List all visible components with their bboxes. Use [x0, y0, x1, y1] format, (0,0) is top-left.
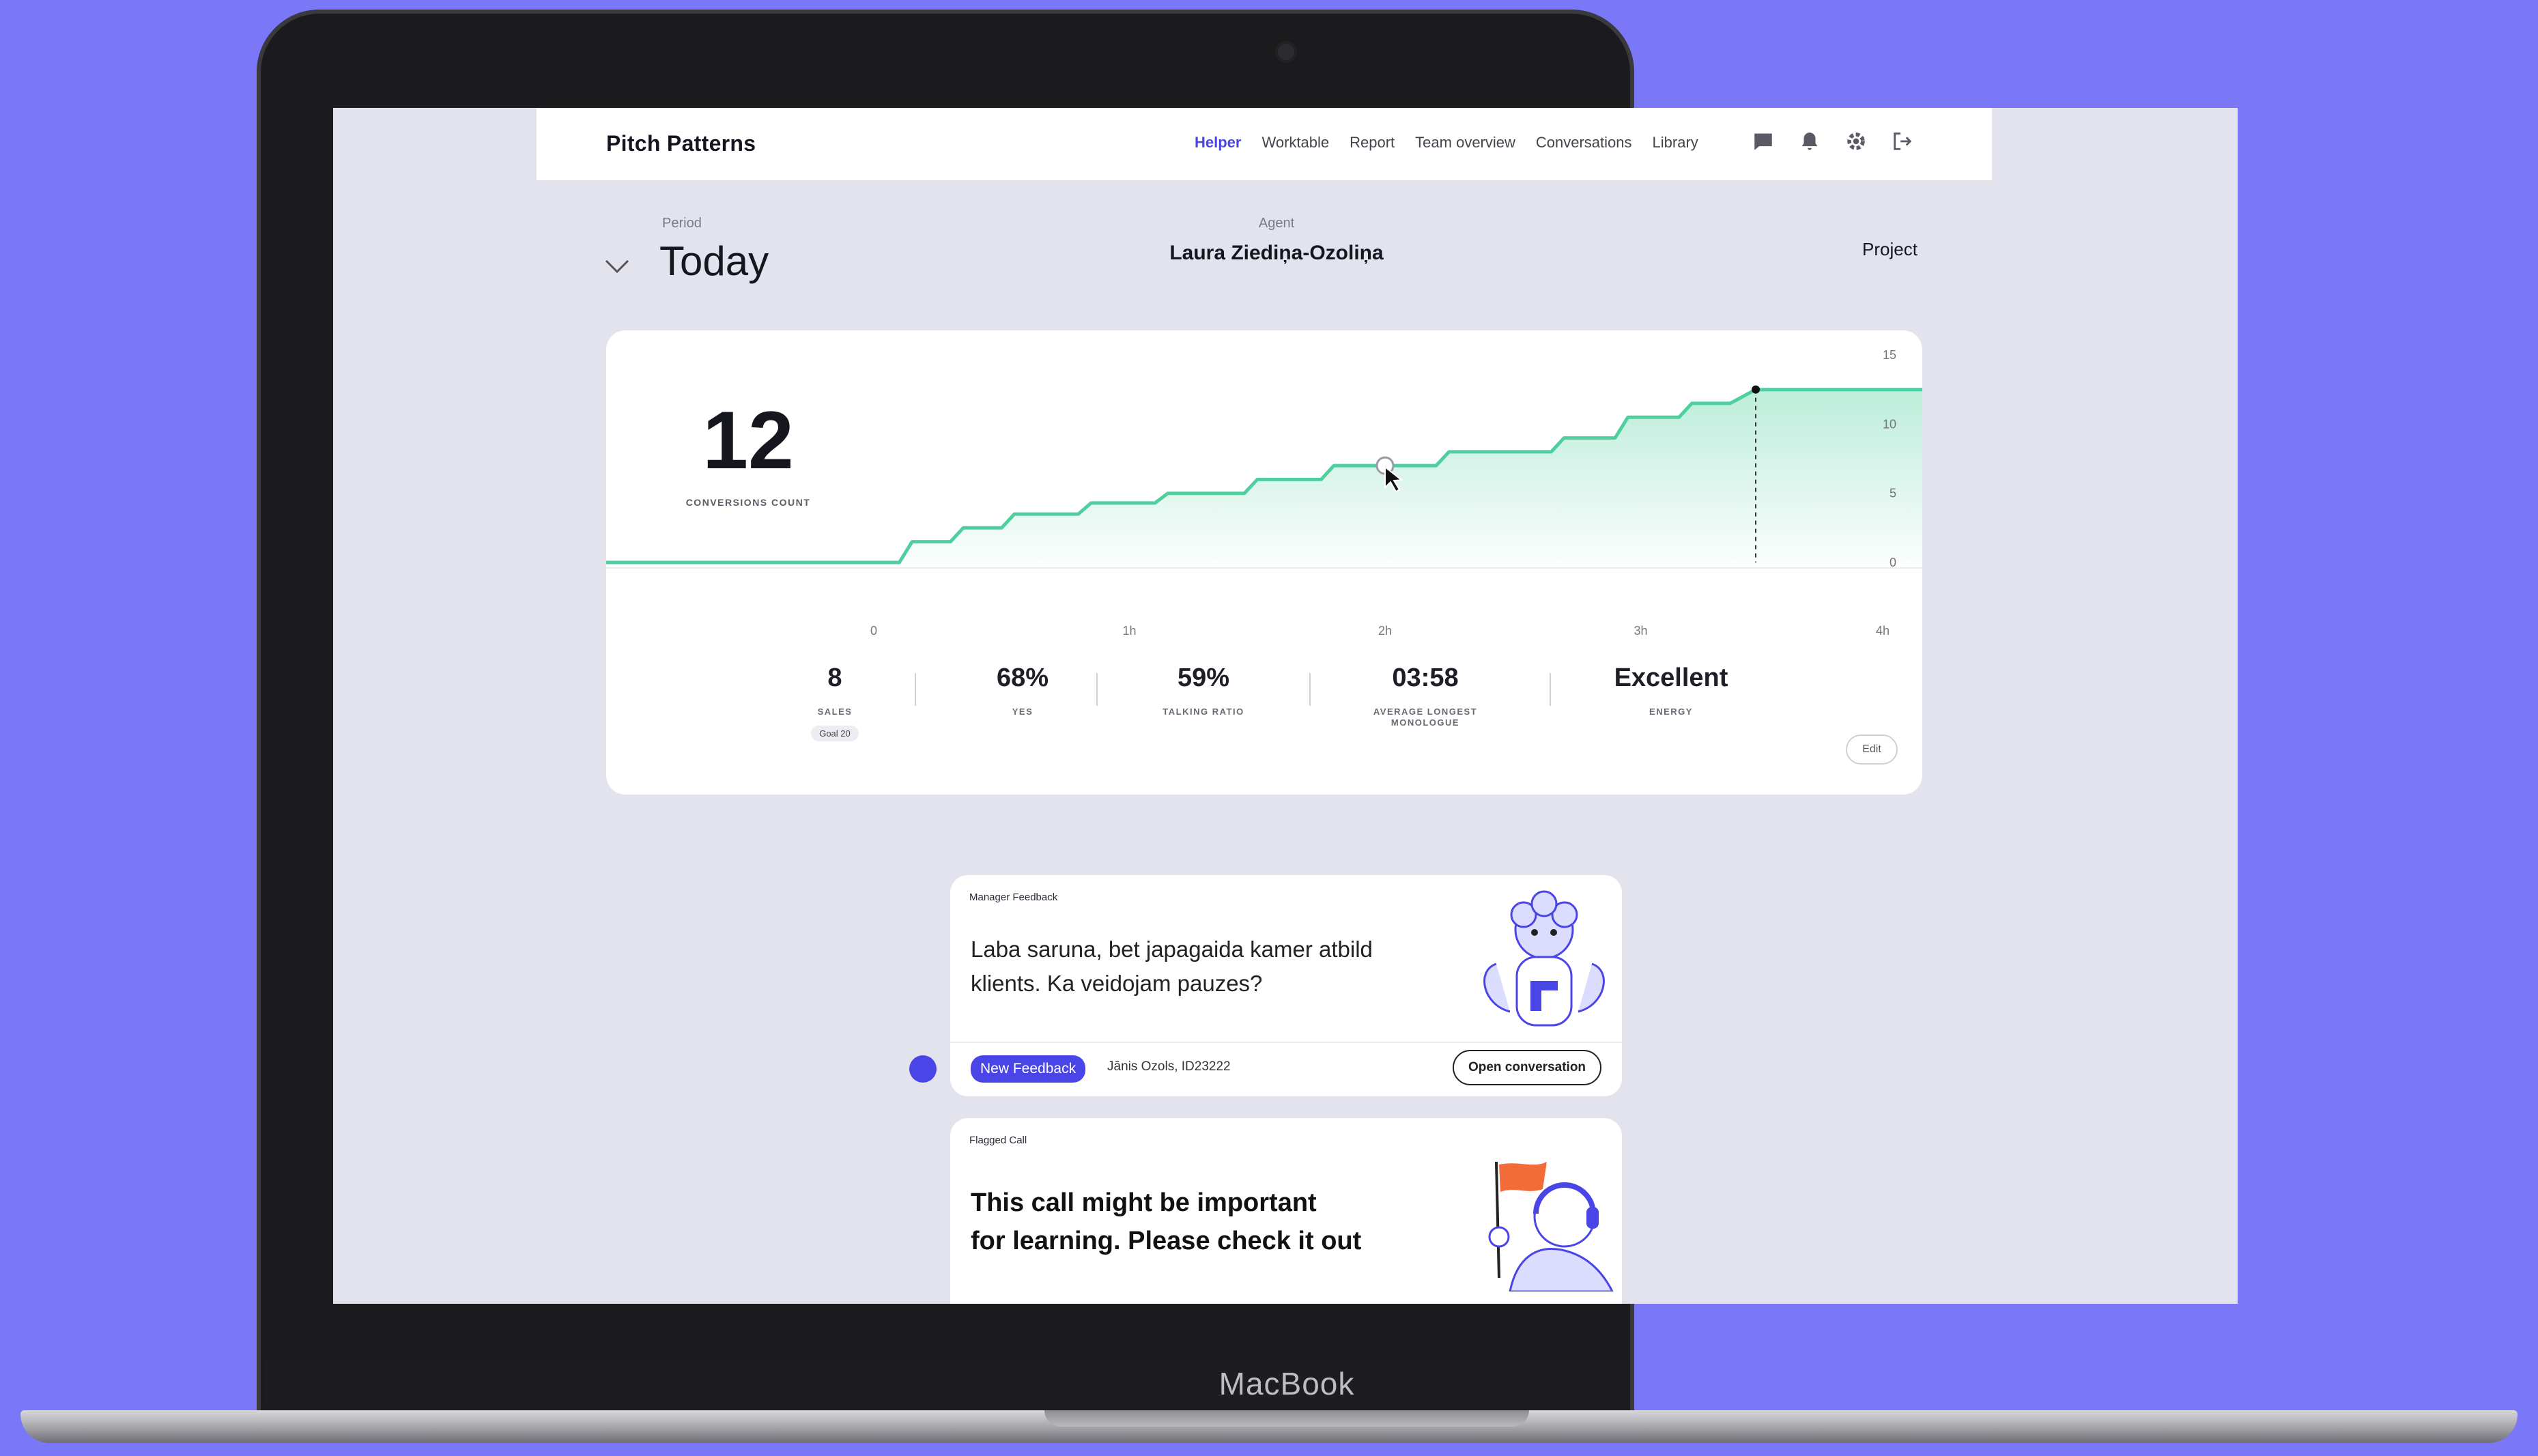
flagged-call-card: Flagged Call This call might be importan… — [950, 1118, 1622, 1304]
main-nav: Helper Worktable Report Team overview Co… — [1195, 134, 1698, 152]
card-tag: Flagged Call — [969, 1134, 1027, 1146]
nav-library[interactable]: Library — [1653, 134, 1698, 152]
stat-energy: Excellent ENERGY — [1603, 663, 1739, 717]
stat-label: YES — [1012, 706, 1033, 717]
conversions-chart-card: 0 1h 2h 3h 4h 0 5 10 15 12 CONVERSIONS COUNT 8 S… — [606, 330, 1922, 795]
logout-icon[interactable] — [1891, 130, 1914, 153]
divider — [1309, 673, 1311, 706]
nav-worktable[interactable]: Worktable — [1261, 134, 1329, 152]
nav-team-overview[interactable]: Team overview — [1415, 134, 1515, 152]
x-tick-label: 1h — [1122, 624, 1136, 638]
stat-label: SALES — [817, 706, 853, 717]
x-tick-label: 4h — [1876, 624, 1890, 638]
feedback-message-line: klients. Ka veidojam pauzes? — [971, 971, 1263, 996]
nav-helper[interactable]: Helper — [1195, 134, 1241, 152]
flag-mascot-illustration — [1488, 1161, 1614, 1291]
agent-selector[interactable]: Laura Ziediņa-Ozoliņa — [1072, 242, 1481, 265]
card-separator — [950, 1042, 1622, 1043]
chart-current-point — [1752, 385, 1760, 394]
nav-report[interactable]: Report — [1350, 134, 1395, 152]
flagged-message-line: for learning. Please check it out — [971, 1227, 1362, 1255]
stat-label: AVERAGE LONGEST MONOLOGUE — [1373, 706, 1478, 728]
angel-mascot-illustration — [1483, 890, 1605, 1027]
stat-value: 8 — [827, 663, 842, 692]
open-conversation-button[interactable]: Open conversation — [1453, 1050, 1601, 1085]
stat-label: ENERGY — [1649, 706, 1693, 717]
feedback-author: Jānis Ozols, ID23222 — [1107, 1059, 1231, 1074]
laptop-chin — [263, 1358, 1627, 1408]
gear-icon[interactable] — [1844, 130, 1868, 153]
stat-yes: 68% YES — [975, 663, 1070, 717]
chevron-down-icon[interactable] — [603, 253, 631, 280]
x-tick-label: 2h — [1378, 624, 1392, 638]
app-logo[interactable]: Pitch Patterns — [606, 131, 756, 156]
app-screen: Pitch Patterns Helper Worktable Report T… — [333, 108, 2238, 1304]
x-tick-label: 3h — [1634, 624, 1647, 638]
divider — [1550, 673, 1551, 706]
divider — [915, 673, 916, 706]
y-tick-label: 10 — [1883, 417, 1896, 431]
agent-label: Agent — [1258, 216, 1295, 231]
stat-value: 59% — [1177, 663, 1230, 692]
conversions-count: 12 — [702, 395, 794, 486]
new-feedback-badge: New Feedback — [971, 1055, 1086, 1083]
stat-value: 03:58 — [1392, 663, 1459, 692]
conversions-chart[interactable]: 0 1h 2h 3h 4h 0 5 10 15 — [606, 330, 1922, 644]
bell-icon[interactable] — [1798, 130, 1821, 153]
edit-stats-button[interactable]: Edit — [1846, 734, 1898, 765]
stat-value: 68% — [996, 663, 1049, 692]
stat-sales: 8 SALES Goal 20 — [790, 663, 879, 741]
laptop-brand: MacBook — [1218, 1366, 1355, 1401]
divider — [1096, 673, 1098, 706]
feedback-message-line: Laba saruna, bet japagaida kamer atbild — [971, 937, 1373, 962]
new-feedback-indicator — [909, 1055, 937, 1083]
card-tag: Manager Feedback — [969, 891, 1058, 903]
x-tick-label: 0 — [870, 624, 877, 638]
y-tick-label: 5 — [1890, 487, 1896, 500]
camera — [1278, 44, 1294, 60]
y-tick-label: 0 — [1890, 556, 1896, 569]
stat-longest-monologue: 03:58 AVERAGE LONGEST MONOLOGUE — [1357, 663, 1494, 728]
flagged-message-line: This call might be important — [971, 1188, 1317, 1217]
chat-icon[interactable] — [1752, 130, 1775, 153]
stat-label: TALKING RATIO — [1163, 706, 1244, 717]
period-label: Period — [662, 216, 702, 231]
goal-badge: Goal 20 — [811, 726, 859, 741]
project-selector[interactable]: Project — [1862, 239, 1917, 260]
nav-icon-group — [1752, 130, 1914, 153]
stat-value: Excellent — [1614, 663, 1728, 692]
laptop-notch — [1044, 1410, 1529, 1427]
top-navigation-bar: Pitch Patterns Helper Worktable Report T… — [537, 108, 1992, 180]
feedback-message: Laba saruna, bet japagaida kamer atbild … — [971, 932, 1373, 1001]
y-tick-label: 15 — [1883, 348, 1896, 362]
period-selector[interactable]: Today — [659, 238, 769, 285]
flagged-message: This call might be important for learnin… — [971, 1184, 1361, 1260]
manager-feedback-card: Manager Feedback Laba saruna, bet japaga… — [950, 875, 1622, 1096]
nav-conversations[interactable]: Conversations — [1536, 134, 1632, 152]
stat-talking-ratio: 59% TALKING RATIO — [1145, 663, 1261, 717]
stats-row: 8 SALES Goal 20 68% YES 59% TALKING RATI… — [606, 663, 1922, 759]
conversions-count-label: CONVERSIONS COUNT — [685, 497, 811, 508]
